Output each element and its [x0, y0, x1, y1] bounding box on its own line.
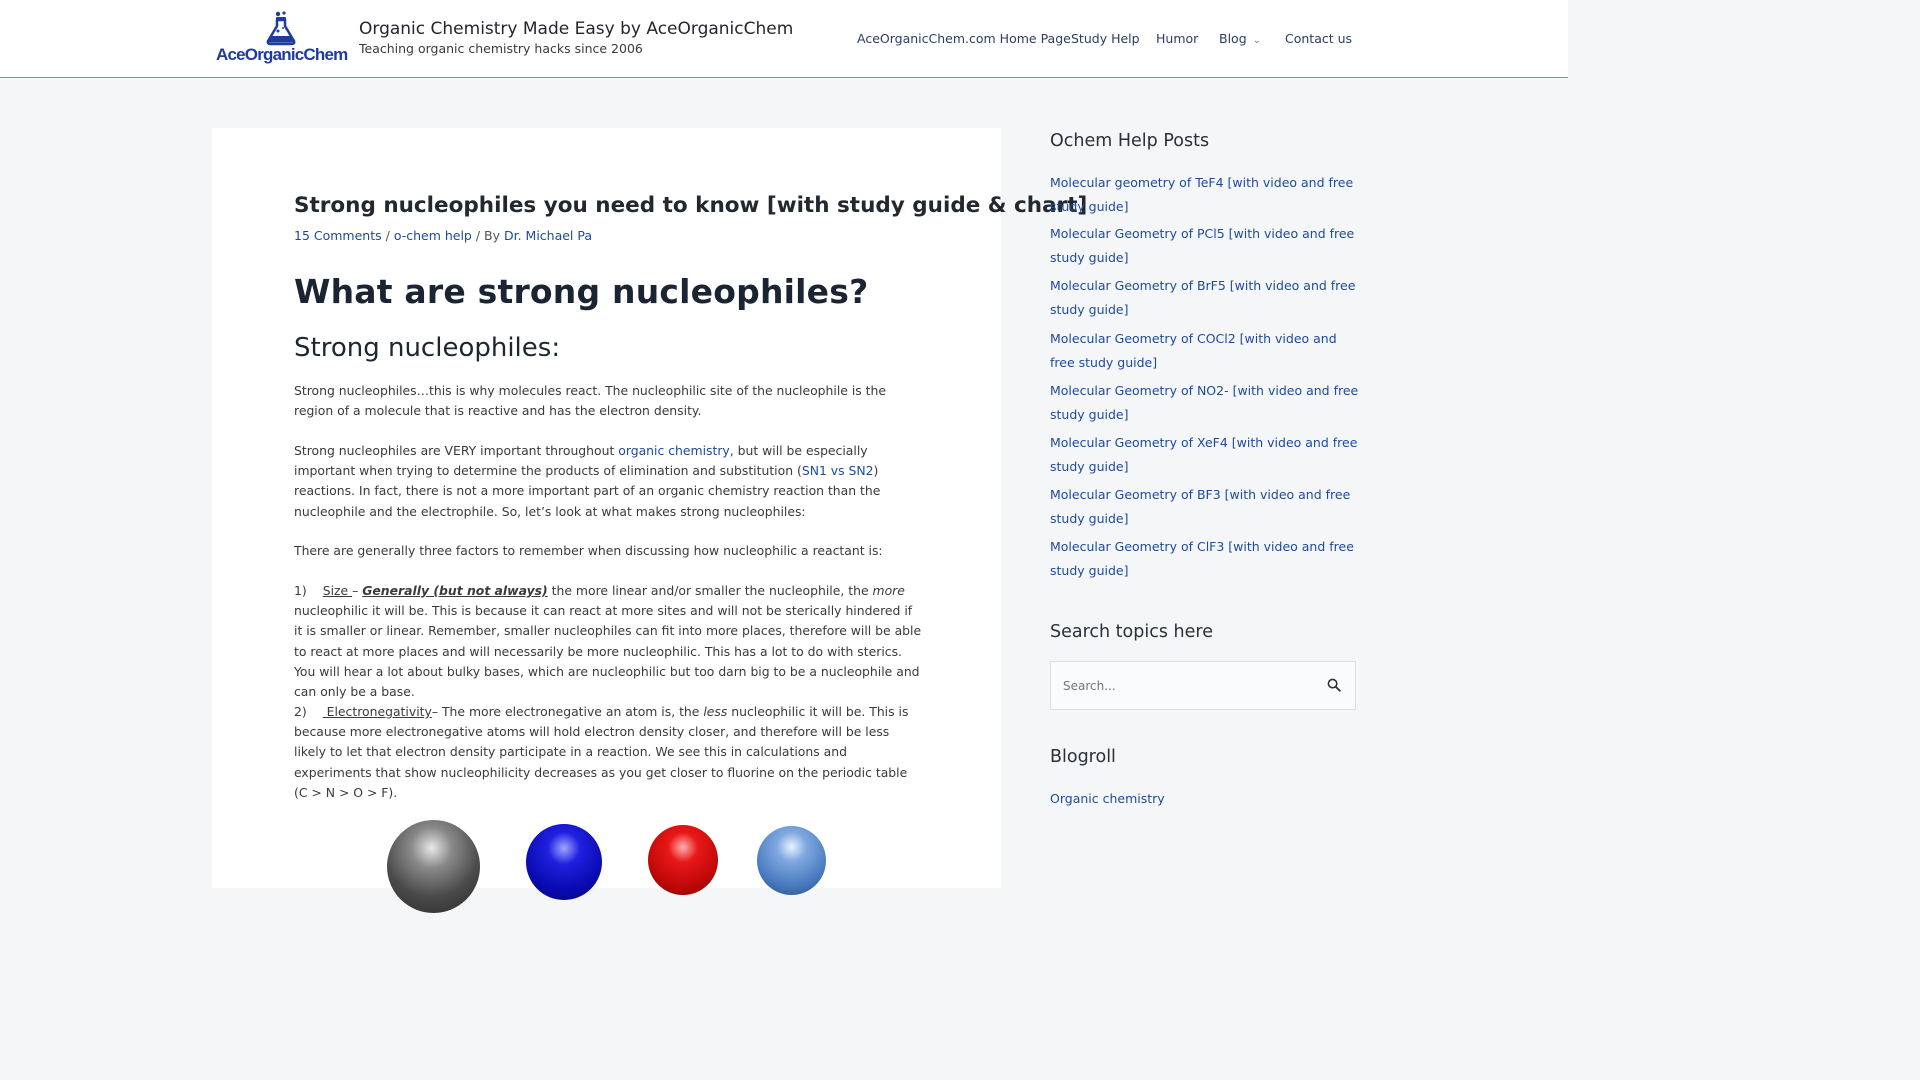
dash: –	[352, 583, 363, 598]
sphere-nitrogen	[526, 824, 602, 900]
sidebar-post-link[interactable]: Molecular geometry of TeF4 [with video a…	[1050, 171, 1360, 219]
sidebar-post-link[interactable]: Molecular Geometry of BF3 [with video an…	[1050, 483, 1360, 531]
category-link[interactable]: o-chem help	[394, 228, 472, 243]
sphere-fluorine	[757, 826, 826, 895]
paragraph-text: the more linear and/or smaller the nucle…	[547, 583, 873, 598]
posts-heading: Ochem Help Posts	[1050, 131, 1210, 151]
sidebar-post-link[interactable]: Molecular Geometry of PCl5 [with video a…	[1050, 222, 1360, 270]
post-meta: 15 Comments / o-chem help / By Dr. Micha…	[294, 228, 592, 243]
entry-title: Strong nucleophiles you need to know [wi…	[294, 193, 1088, 218]
sidebar-post-link[interactable]: Molecular Geometry of BrF5 [with video a…	[1050, 274, 1360, 322]
logo-text: AceOrganicChem	[216, 45, 348, 64]
sidebar-post-link[interactable]: Molecular Geometry of COCl2 [with video …	[1050, 327, 1360, 375]
nav-humor[interactable]: Humor	[1156, 31, 1198, 46]
search-input[interactable]	[1063, 676, 1313, 696]
nav-contact[interactable]: Contact us	[1285, 31, 1352, 46]
nav-blog-label: Blog	[1219, 31, 1247, 46]
site-title[interactable]: Organic Chemistry Made Easy by AceOrgani…	[359, 19, 793, 39]
section-heading: What are strong nucleophiles?	[294, 272, 869, 311]
search-icon[interactable]	[1327, 678, 1341, 692]
comments-link[interactable]: 15 Comments	[294, 228, 382, 243]
nav-home[interactable]: AceOrganicChem.com Home Page	[857, 31, 1071, 46]
blogroll-link[interactable]: Organic chemistry	[1050, 787, 1360, 811]
sphere-oxygen	[648, 825, 718, 895]
chevron-down-icon: ⌄	[1252, 35, 1262, 46]
sphere-carbon	[387, 820, 480, 913]
term-electronegativity: Electronegativity	[322, 704, 432, 719]
nav-blog[interactable]: Blog ⌄	[1219, 31, 1261, 46]
paragraph-text: nucleophilic it will be. This is because…	[294, 603, 922, 700]
search-heading: Search topics here	[1050, 622, 1213, 642]
site-tagline: Teaching organic chemistry hacks since 2…	[359, 41, 643, 56]
sidebar-post-link[interactable]: Molecular Geometry of XeF4 [with video a…	[1050, 431, 1360, 479]
term-size: Size	[322, 583, 353, 598]
site-header: AceOrganicChem Organic Chemistry Made Ea…	[0, 0, 1568, 78]
search-form	[1050, 661, 1356, 710]
author-link[interactable]: Dr. Michael Pa	[504, 228, 592, 243]
meta-separator: /	[381, 228, 394, 243]
paragraph-text: – The more electronegative an atom is, t…	[431, 704, 704, 719]
atom-spheres-image	[380, 815, 840, 913]
paragraph-factors: There are generally three factors to rem…	[294, 543, 883, 558]
paragraph-size: 1) Size – Generally (but not always) the …	[294, 581, 924, 702]
paragraph-electronegativity: 2) Electronegativity– The more electrone…	[294, 702, 924, 803]
emphasis-less: less	[703, 704, 728, 719]
list-number: 1)	[294, 583, 307, 598]
subsection-heading: Strong nucleophiles:	[294, 333, 561, 363]
blogroll-heading: Blogroll	[1050, 747, 1116, 767]
sn1-vs-sn2-link[interactable]: SN1 vs SN2	[802, 463, 874, 478]
paragraph-intro: Strong nucleophiles…this is why molecule…	[294, 383, 887, 419]
sidebar-post-link[interactable]: Molecular Geometry of ClF3 [with video a…	[1050, 535, 1360, 583]
meta-by: / By	[471, 228, 504, 243]
flask-icon	[266, 11, 296, 46]
list-number: 2)	[294, 704, 307, 719]
site-logo[interactable]: AceOrganicChem	[216, 10, 348, 68]
nav-study-help[interactable]: Study Help	[1071, 31, 1140, 46]
emphasis-more: more	[872, 583, 905, 598]
emphasis-text: Generally (but not always)	[362, 583, 548, 598]
paragraph-importance: Strong nucleophiles are VERY important t…	[294, 441, 924, 522]
organic-chemistry-link[interactable]: organic chemistry	[618, 443, 730, 458]
sidebar-post-link[interactable]: Molecular Geometry of NO2- [with video a…	[1050, 379, 1360, 427]
paragraph-text: Strong nucleophiles are VERY important t…	[294, 443, 619, 458]
